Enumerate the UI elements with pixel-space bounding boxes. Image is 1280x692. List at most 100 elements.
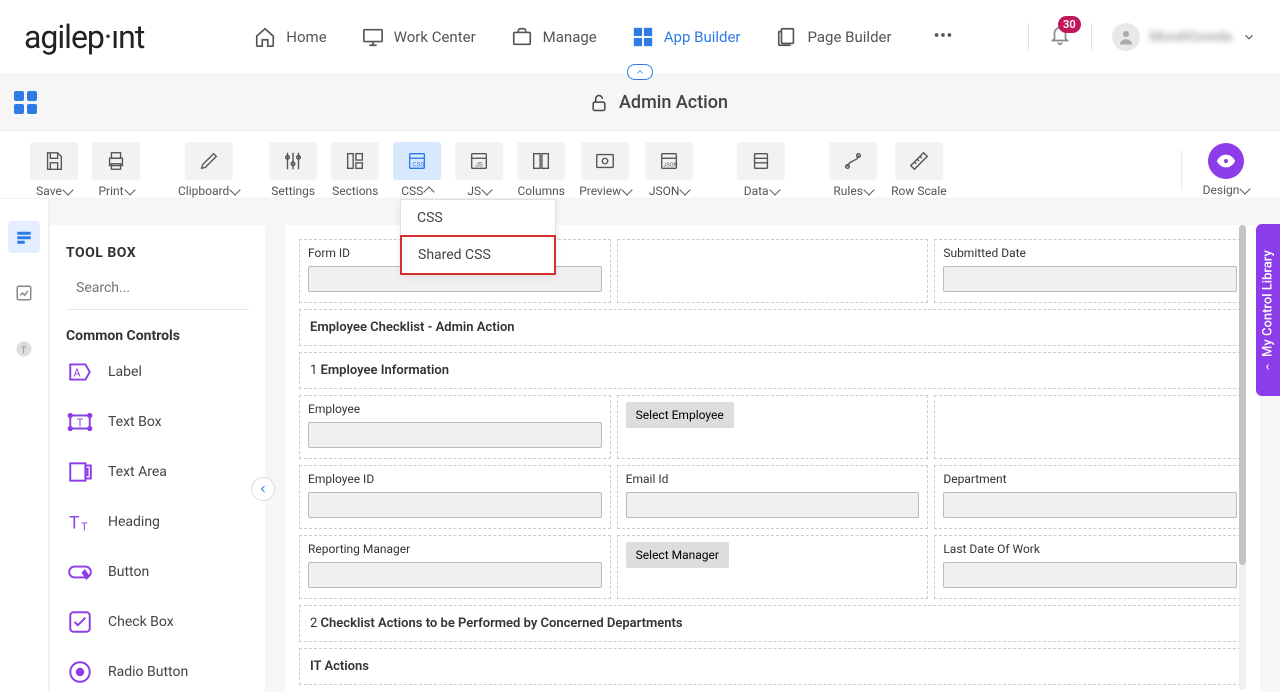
select-employee-button[interactable]: Select Employee bbox=[626, 402, 734, 428]
save-button[interactable]: Save bbox=[30, 142, 78, 198]
nav-home[interactable]: Home bbox=[254, 26, 326, 48]
collapse-header-button[interactable] bbox=[627, 64, 653, 80]
field-employee[interactable]: Employee bbox=[299, 395, 611, 459]
design-button[interactable]: Design bbox=[1202, 143, 1250, 197]
columns-icon bbox=[530, 150, 552, 172]
svg-text:A: A bbox=[74, 366, 81, 379]
select-manager-button[interactable]: Select Manager bbox=[626, 542, 729, 568]
scrollbar-thumb[interactable] bbox=[1239, 225, 1246, 565]
clipboard-button[interactable]: Clipboard bbox=[178, 142, 239, 198]
pages-icon bbox=[776, 26, 798, 48]
employee-input[interactable] bbox=[308, 422, 602, 448]
nav-app-builder[interactable]: App Builder bbox=[632, 26, 741, 48]
divider bbox=[1091, 23, 1092, 51]
email-input[interactable] bbox=[626, 492, 920, 518]
preview-button[interactable]: Preview bbox=[579, 142, 631, 198]
section-it-actions[interactable]: IT Actions bbox=[299, 648, 1246, 685]
control-checkbox[interactable]: Check Box bbox=[66, 608, 249, 636]
nav-home-label: Home bbox=[286, 28, 326, 46]
field-select-employee[interactable]: Select Employee bbox=[617, 395, 929, 459]
section-checklist[interactable]: Employee Checklist - Admin Action bbox=[299, 309, 1246, 346]
data-icon bbox=[750, 150, 772, 172]
nav-work-center[interactable]: Work Center bbox=[362, 26, 476, 48]
js-icon: JS bbox=[468, 150, 490, 172]
left-rail: T bbox=[0, 199, 48, 692]
submitted-input[interactable] bbox=[943, 266, 1237, 292]
js-button[interactable]: JS JS bbox=[455, 142, 503, 198]
last-date-input[interactable] bbox=[943, 562, 1237, 588]
rowscale-button[interactable]: Row Scale bbox=[891, 142, 946, 198]
chevron-down-icon bbox=[621, 184, 632, 195]
control-radio[interactable]: Radio Button bbox=[66, 658, 249, 686]
divider bbox=[1028, 23, 1029, 51]
chart-icon bbox=[15, 284, 33, 302]
columns-button[interactable]: Columns bbox=[517, 142, 565, 198]
chevron-down-icon bbox=[62, 184, 73, 195]
control-textarea[interactable]: Text Area bbox=[66, 458, 249, 486]
print-button[interactable]: Print bbox=[92, 142, 140, 198]
rules-icon bbox=[842, 150, 864, 172]
print-icon bbox=[105, 150, 127, 172]
css-icon: CSS bbox=[406, 150, 428, 172]
apps-icon[interactable] bbox=[14, 91, 37, 114]
field-empty[interactable] bbox=[934, 395, 1246, 459]
search-input[interactable] bbox=[76, 280, 254, 296]
rep-mgr-input[interactable] bbox=[308, 562, 602, 588]
nav-page-builder[interactable]: Page Builder bbox=[776, 26, 892, 48]
control-label[interactable]: ALabel bbox=[66, 358, 249, 386]
chevron-up-icon bbox=[424, 186, 435, 197]
dept-input[interactable] bbox=[943, 492, 1237, 518]
field-email[interactable]: Email Id bbox=[617, 465, 929, 529]
field-department[interactable]: Department bbox=[934, 465, 1246, 529]
text-icon: T bbox=[15, 340, 33, 358]
data-button[interactable]: Data bbox=[737, 142, 785, 198]
shared-css-option[interactable]: Shared CSS bbox=[400, 235, 556, 275]
rail-toolbox[interactable] bbox=[8, 221, 40, 253]
rail-text[interactable]: T bbox=[8, 333, 40, 365]
svg-text:JS: JS bbox=[476, 160, 484, 168]
textbox-icon: T bbox=[67, 409, 93, 435]
briefcase-icon bbox=[511, 26, 533, 48]
field-select-manager[interactable]: Select Manager bbox=[617, 535, 929, 599]
control-library-tab[interactable]: ‹ My Control Library bbox=[1256, 224, 1280, 396]
nav-manage[interactable]: Manage bbox=[511, 26, 597, 48]
field-reporting-manager[interactable]: Reporting Manager bbox=[299, 535, 611, 599]
control-heading[interactable]: TTHeading bbox=[66, 508, 249, 536]
user-menu[interactable]: MuraliGowda bbox=[1112, 23, 1256, 51]
control-button[interactable]: Button bbox=[66, 558, 249, 586]
section-employee-info[interactable]: 1 Employee Information bbox=[299, 352, 1246, 389]
sliders-icon bbox=[282, 150, 304, 172]
settings-button[interactable]: Settings bbox=[269, 142, 317, 198]
field-submitted-date[interactable]: Submitted Date bbox=[934, 239, 1246, 303]
chevron-left-icon: ‹ bbox=[1266, 360, 1270, 375]
unlock-icon bbox=[589, 93, 609, 113]
collapse-toolbox-button[interactable] bbox=[251, 477, 275, 501]
rules-button[interactable]: Rules bbox=[829, 142, 877, 198]
emp-id-input[interactable] bbox=[308, 492, 602, 518]
field-last-date[interactable]: Last Date Of Work bbox=[934, 535, 1246, 599]
svg-text:CSS: CSS bbox=[413, 160, 425, 168]
sections-button[interactable]: Sections bbox=[331, 142, 379, 198]
control-textbox[interactable]: TText Box bbox=[66, 408, 249, 436]
more-icon bbox=[932, 24, 954, 46]
notifications[interactable]: 30 bbox=[1049, 24, 1071, 50]
nav-more[interactable] bbox=[932, 24, 954, 50]
css-option[interactable]: CSS bbox=[401, 200, 555, 236]
username-label: MuraliGowda bbox=[1150, 29, 1232, 45]
label-icon: A bbox=[67, 359, 93, 385]
json-button[interactable]: JSON JSON bbox=[645, 142, 693, 198]
pencil-icon bbox=[198, 150, 220, 172]
toolbox-title: TOOL BOX bbox=[66, 245, 249, 261]
section-checklist-actions[interactable]: 2 Checklist Actions to be Performed by C… bbox=[299, 605, 1246, 642]
chevron-up-icon bbox=[635, 67, 645, 77]
library-label: My Control Library bbox=[1261, 251, 1276, 358]
css-button[interactable]: CSS CSS bbox=[393, 142, 441, 198]
field-empty[interactable] bbox=[617, 239, 929, 303]
chevron-down-icon bbox=[863, 184, 874, 195]
rail-analytics[interactable] bbox=[8, 277, 40, 309]
field-employee-id[interactable]: Employee ID bbox=[299, 465, 611, 529]
button-icon bbox=[67, 559, 93, 585]
chevron-down-icon bbox=[1242, 30, 1256, 44]
scrollbar-track[interactable] bbox=[1239, 225, 1246, 690]
nav-manage-label: Manage bbox=[543, 28, 597, 46]
